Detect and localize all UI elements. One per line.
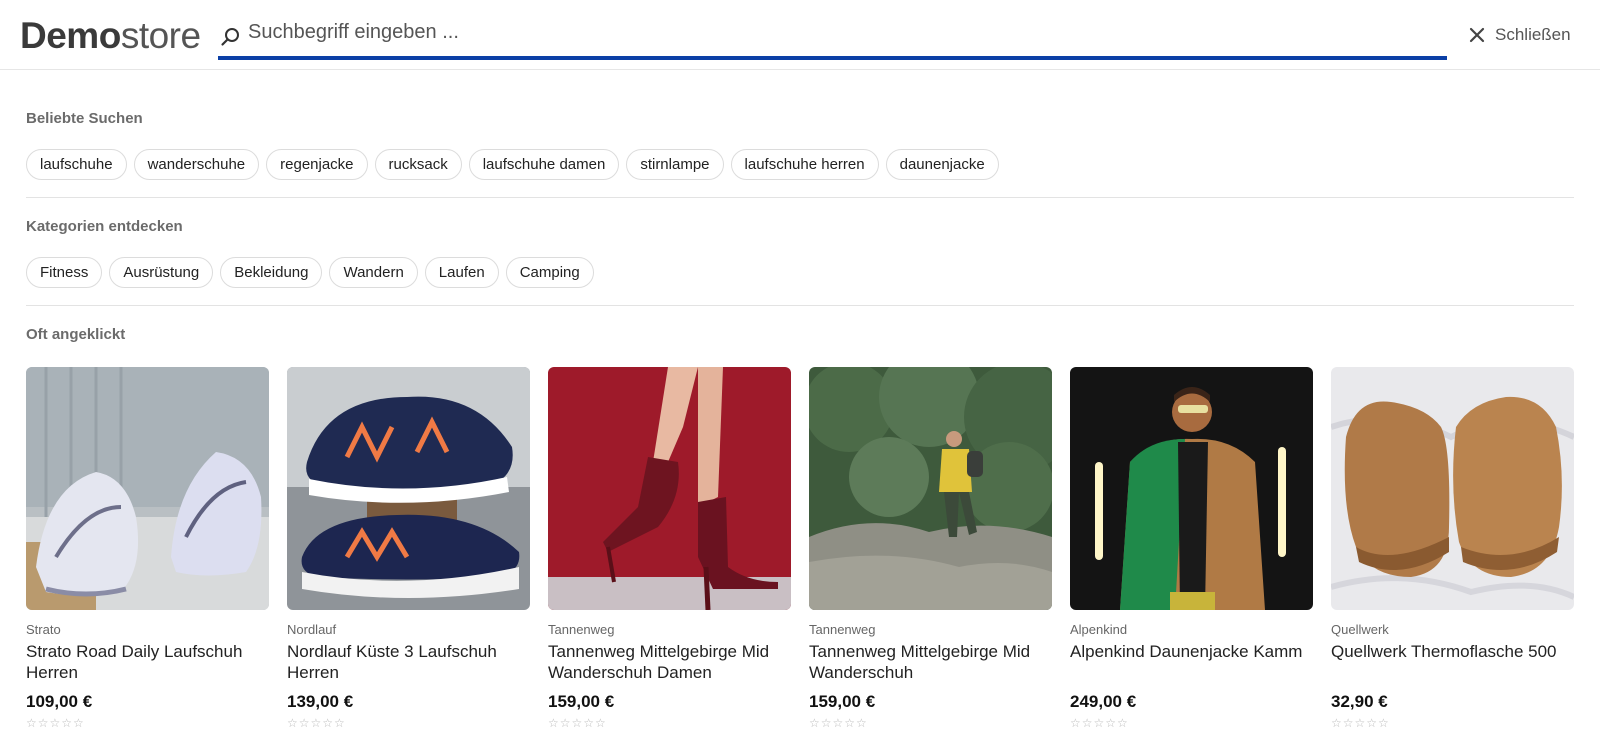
logo-bold-text: Demo: [20, 15, 121, 56]
rating-stars-icon: ☆☆☆☆☆: [287, 716, 346, 730]
product-brand: Nordlauf: [287, 622, 337, 637]
categories-title: Kategorien entdecken: [26, 218, 183, 235]
category-chip[interactable]: Fitness: [26, 257, 103, 288]
product-price: 159,00 €: [809, 692, 876, 711]
category-chip[interactable]: Camping: [505, 257, 594, 288]
category-chip[interactable]: Ausrüstung: [109, 257, 214, 288]
store-logo[interactable]: Demostore: [20, 14, 201, 58]
product-brand: Tannenweg: [548, 622, 615, 637]
popular-search-chip[interactable]: stirnlampe: [626, 149, 724, 180]
product-card[interactable]: Nordlauf Nordlauf Küste 3 Laufschuh Herr…: [287, 367, 530, 730]
rating-stars-icon: ☆☆☆☆☆: [1331, 716, 1390, 730]
category-chip[interactable]: Wandern: [329, 257, 418, 288]
product-price: 139,00 €: [287, 692, 354, 711]
close-button[interactable]: Schließen: [1467, 22, 1571, 48]
product-card[interactable]: Alpenkind Alpenkind Daunenjacke Kamm 249…: [1070, 367, 1313, 730]
search-bar: [218, 12, 1447, 60]
product-card[interactable]: Strato Strato Road Daily Laufschuh Herre…: [26, 367, 269, 730]
popular-search-chip[interactable]: regenjacke: [266, 149, 368, 180]
product-name[interactable]: Tannenweg Mittelgebirge Mid Wanderschuh: [809, 641, 1052, 683]
search-input[interactable]: [248, 16, 1428, 48]
product-brand: Strato: [26, 622, 61, 637]
close-label: Schließen: [1495, 25, 1571, 44]
product-price: 159,00 €: [548, 692, 615, 711]
product-price: 109,00 €: [26, 692, 93, 711]
section-divider: [26, 197, 1574, 198]
product-brand: Quellwerk: [1331, 622, 1389, 637]
close-icon: [1469, 27, 1485, 43]
logo-light-text: store: [120, 15, 201, 56]
product-name[interactable]: Nordlauf Küste 3 Laufschuh Herren: [287, 641, 530, 683]
product-price: 32,90 €: [1331, 692, 1388, 711]
rating-stars-icon: ☆☆☆☆☆: [26, 716, 85, 730]
section-divider: [26, 305, 1574, 306]
search-icon: [221, 28, 239, 46]
product-card[interactable]: Tannenweg Tannenweg Mittelgebirge Mid Wa…: [548, 367, 791, 730]
product-image[interactable]: [287, 367, 530, 610]
popular-searches-list: laufschuhe wanderschuhe regenjacke rucks…: [26, 149, 999, 180]
product-name[interactable]: Strato Road Daily Laufschuh Herren: [26, 641, 269, 683]
product-card[interactable]: Tannenweg Tannenweg Mittelgebirge Mid Wa…: [809, 367, 1052, 730]
product-image[interactable]: [548, 367, 791, 610]
product-list: Strato Strato Road Daily Laufschuh Herre…: [26, 367, 1574, 730]
popular-search-chip[interactable]: laufschuhe: [26, 149, 127, 180]
product-name[interactable]: Tannenweg Mittelgebirge Mid Wanderschuh …: [548, 641, 791, 683]
product-image[interactable]: [809, 367, 1052, 610]
product-name[interactable]: Quellwerk Thermoflasche 500: [1331, 641, 1574, 683]
product-price: 249,00 €: [1070, 692, 1137, 711]
rating-stars-icon: ☆☆☆☆☆: [809, 716, 868, 730]
rating-stars-icon: ☆☆☆☆☆: [1070, 716, 1129, 730]
popular-search-chip[interactable]: daunenjacke: [885, 149, 999, 180]
product-brand: Tannenweg: [809, 622, 876, 637]
product-image[interactable]: [1331, 367, 1574, 610]
rating-stars-icon: ☆☆☆☆☆: [548, 716, 607, 730]
popular-search-chip[interactable]: laufschuhe damen: [468, 149, 620, 180]
category-chip[interactable]: Laufen: [424, 257, 499, 288]
popular-search-chip[interactable]: laufschuhe herren: [730, 149, 879, 180]
popular-search-chip[interactable]: rucksack: [374, 149, 462, 180]
frequently-clicked-title: Oft angeklickt: [26, 326, 126, 343]
category-chip[interactable]: Bekleidung: [220, 257, 323, 288]
product-brand: Alpenkind: [1070, 622, 1128, 637]
product-card[interactable]: Quellwerk Quellwerk Thermoflasche 500 32…: [1331, 367, 1574, 730]
categories-list: Fitness Ausrüstung Bekleidung Wandern La…: [26, 257, 594, 288]
search-header: Demostore Schließen: [0, 0, 1600, 70]
product-name[interactable]: Alpenkind Daunenjacke Kamm: [1070, 641, 1313, 683]
popular-searches-title: Beliebte Suchen: [26, 110, 143, 127]
product-image[interactable]: [1070, 367, 1313, 610]
popular-search-chip[interactable]: wanderschuhe: [133, 149, 260, 180]
product-image[interactable]: [26, 367, 269, 610]
